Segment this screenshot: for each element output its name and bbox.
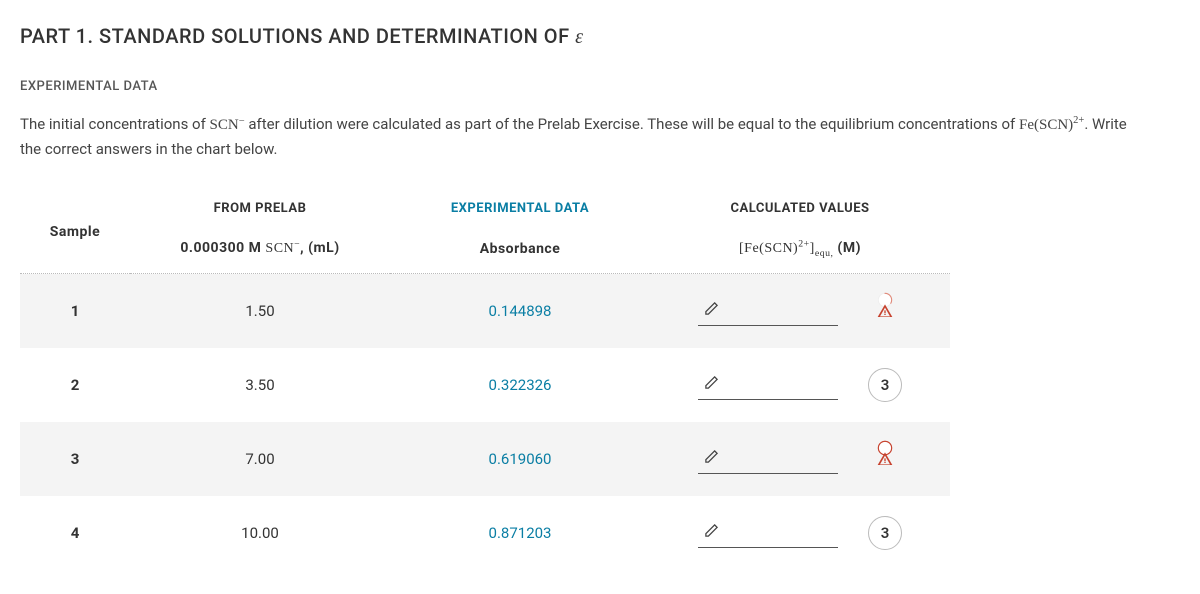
header-prelab-col: 0.000300 M SCN−, (mL) bbox=[130, 226, 390, 274]
data-table: Sample FROM PRELAB EXPERIMENTAL DATA CAL… bbox=[20, 191, 950, 570]
attempts-badge[interactable]: 3 bbox=[868, 516, 902, 550]
header-absorbance-col: Absorbance bbox=[390, 226, 650, 274]
cell-prelab: 3.50 bbox=[130, 348, 390, 422]
absorbance-link[interactable]: 0.619060 bbox=[489, 450, 552, 468]
warning-icon bbox=[877, 451, 893, 467]
warning-icon bbox=[877, 303, 893, 319]
cell-absorbance: 0.322326 bbox=[390, 348, 650, 422]
cell-calculated: 3 bbox=[650, 348, 950, 422]
warning-badge[interactable] bbox=[868, 442, 902, 476]
title-epsilon: ε bbox=[575, 26, 583, 48]
absorbance-link[interactable]: 0.144898 bbox=[489, 302, 552, 320]
warning-badge[interactable] bbox=[868, 294, 902, 328]
header-calculated: CALCULATED VALUES bbox=[650, 191, 950, 226]
cell-absorbance: 0.619060 bbox=[390, 422, 650, 496]
cell-sample: 2 bbox=[20, 348, 130, 422]
cell-sample: 1 bbox=[20, 274, 130, 349]
cell-calculated: 3 bbox=[650, 496, 950, 570]
cell-prelab: 7.00 bbox=[130, 422, 390, 496]
cell-sample: 3 bbox=[20, 422, 130, 496]
answer-input[interactable] bbox=[698, 370, 838, 400]
absorbance-link[interactable]: 0.322326 bbox=[489, 376, 552, 394]
table-row: 23.50 0.322326 3 bbox=[20, 348, 950, 422]
header-experimental: EXPERIMENTAL DATA bbox=[390, 191, 650, 226]
cell-calculated bbox=[650, 422, 950, 496]
cell-calculated bbox=[650, 274, 950, 349]
cell-absorbance: 0.871203 bbox=[390, 496, 650, 570]
answer-input[interactable] bbox=[698, 444, 838, 474]
answer-input[interactable] bbox=[698, 296, 838, 326]
pencil-icon bbox=[704, 523, 719, 542]
cell-prelab: 1.50 bbox=[130, 274, 390, 349]
answer-input[interactable] bbox=[698, 518, 838, 548]
title-text: PART 1. STANDARD SOLUTIONS AND DETERMINA… bbox=[20, 24, 575, 48]
cell-absorbance: 0.144898 bbox=[390, 274, 650, 349]
header-calc-col: [Fe(SCN)2+]equ, (M) bbox=[650, 226, 950, 274]
pencil-icon bbox=[704, 449, 719, 468]
intro-paragraph: The initial concentrations of SCN− after… bbox=[20, 112, 1150, 161]
cell-prelab: 10.00 bbox=[130, 496, 390, 570]
header-from-prelab: FROM PRELAB bbox=[130, 191, 390, 226]
header-sample: Sample bbox=[20, 191, 130, 274]
pencil-icon bbox=[704, 301, 719, 320]
table-row: 410.00 0.871203 3 bbox=[20, 496, 950, 570]
table-row: 11.50 0.144898 bbox=[20, 274, 950, 349]
section-subheading: EXPERIMENTAL DATA bbox=[20, 79, 1180, 94]
table-row: 37.00 0.619060 bbox=[20, 422, 950, 496]
page-title: PART 1. STANDARD SOLUTIONS AND DETERMINA… bbox=[20, 24, 1180, 49]
absorbance-link[interactable]: 0.871203 bbox=[489, 524, 552, 542]
attempts-badge[interactable]: 3 bbox=[868, 368, 902, 402]
cell-sample: 4 bbox=[20, 496, 130, 570]
pencil-icon bbox=[704, 375, 719, 394]
